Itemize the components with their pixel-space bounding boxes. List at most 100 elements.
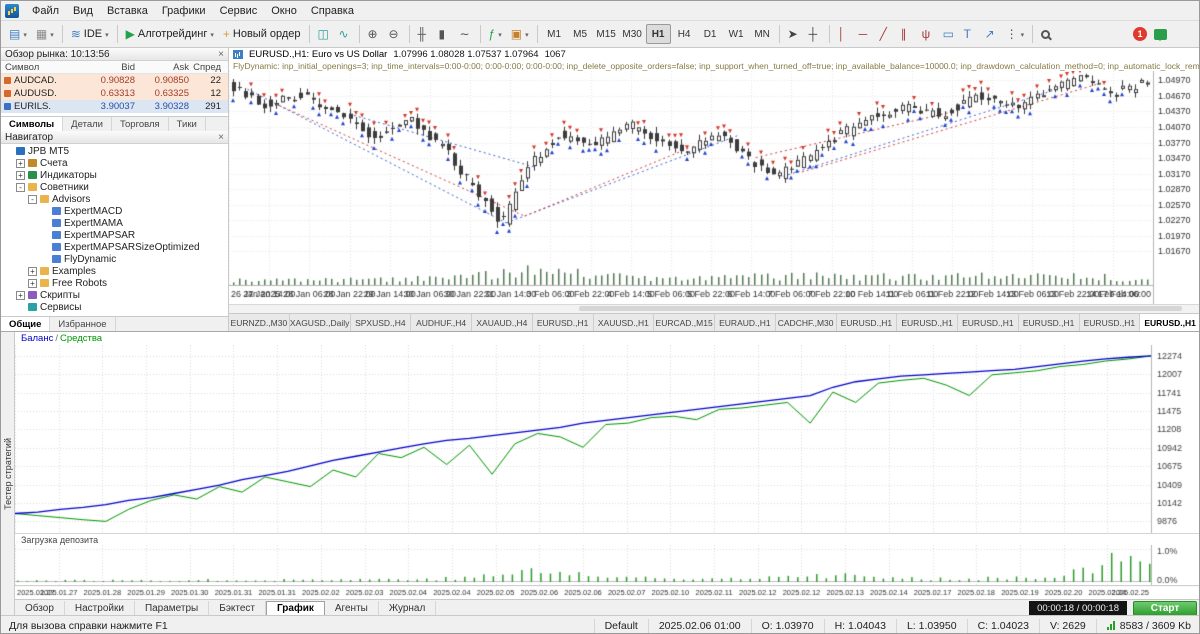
tick-chart-button[interactable]: ∿ bbox=[335, 23, 355, 45]
shapes-button[interactable]: ▭ bbox=[939, 23, 959, 45]
tree-item-ea[interactable]: ExpertMAPSAR bbox=[1, 229, 228, 241]
crosshair-button[interactable]: ┼ bbox=[805, 23, 825, 45]
timeframe-m15-button[interactable]: M15 bbox=[594, 24, 619, 44]
tree-item-ea[interactable]: FlyDynamic bbox=[1, 253, 228, 265]
price-chart-canvas[interactable] bbox=[229, 71, 1200, 304]
objects-button[interactable]: ▣ bbox=[507, 23, 533, 45]
market-watch-tab-0[interactable]: Символы bbox=[1, 117, 63, 131]
menu-item-2[interactable]: Вставка bbox=[100, 3, 155, 19]
menu-item-1[interactable]: Вид bbox=[66, 3, 100, 19]
chart-tab-8[interactable]: EURAUD.,H1 bbox=[715, 314, 776, 331]
tester-tab-3[interactable]: Бэктест bbox=[209, 601, 266, 616]
tree-item-indicators[interactable]: +Индикаторы bbox=[1, 169, 228, 181]
tree-item-scripts[interactable]: +Скрипты bbox=[1, 289, 228, 301]
chart-tab-11[interactable]: EURUSD.,H1 bbox=[897, 314, 958, 331]
timeframe-d1-button[interactable]: D1 bbox=[698, 24, 723, 44]
timeframe-w1-button[interactable]: W1 bbox=[724, 24, 749, 44]
objects-more-button[interactable]: ⋮ bbox=[1002, 23, 1029, 45]
expander-toggle[interactable]: + bbox=[16, 159, 25, 168]
timeframe-h4-button[interactable]: H4 bbox=[672, 24, 697, 44]
notifications-badge[interactable]: 1 bbox=[1133, 27, 1147, 41]
horizontal-line-button[interactable]: ─ bbox=[855, 23, 875, 45]
tree-item-accounts[interactable]: +Счета bbox=[1, 157, 228, 169]
chart-tab-1[interactable]: XAGUSD.,Daily bbox=[290, 314, 351, 331]
expander-toggle[interactable]: + bbox=[16, 171, 25, 180]
chart-scrollbar-thumb[interactable] bbox=[579, 306, 1182, 311]
menu-item-6[interactable]: Справка bbox=[304, 3, 361, 19]
tester-tab-4[interactable]: График bbox=[266, 601, 325, 616]
column-header-0[interactable]: Символ bbox=[1, 62, 85, 73]
start-button[interactable]: Старт bbox=[1133, 601, 1197, 616]
tree-item-ea[interactable]: ExpertMACD bbox=[1, 205, 228, 217]
timeframe-m30-button[interactable]: M30 bbox=[620, 24, 645, 44]
expander-toggle[interactable]: + bbox=[16, 291, 25, 300]
tree-item-folder[interactable]: +Examples bbox=[1, 265, 228, 277]
equidistant-channel-button[interactable]: ∥ bbox=[897, 23, 917, 45]
candle-chart-button[interactable]: ▮ bbox=[435, 23, 455, 45]
profiles-button[interactable]: ▦ bbox=[32, 23, 58, 45]
chart-tab-14[interactable]: EURUSD.,H1 bbox=[1080, 314, 1141, 331]
line-chart-button[interactable]: ∼ bbox=[456, 23, 476, 45]
community-button[interactable] bbox=[1154, 29, 1167, 40]
market-watch-tab-2[interactable]: Торговля bbox=[112, 117, 169, 131]
timeframe-mn-button[interactable]: MN bbox=[750, 24, 775, 44]
chart-tab-15[interactable]: EURUSD.,H1 bbox=[1140, 314, 1200, 331]
chart-tab-10[interactable]: EURUSD.,H1 bbox=[837, 314, 898, 331]
cursor-button[interactable]: ➤ bbox=[784, 23, 804, 45]
status-connection[interactable]: 8583 / 3609 Kb bbox=[1096, 619, 1200, 633]
timeframe-m1-button[interactable]: M1 bbox=[542, 24, 567, 44]
tester-tab-0[interactable]: Обзор bbox=[15, 601, 65, 616]
new-chart-button[interactable]: ▤ bbox=[5, 23, 31, 45]
tree-item-ea[interactable]: ExpertMAMA bbox=[1, 217, 228, 229]
tree-item-experts[interactable]: -Советники bbox=[1, 181, 228, 193]
market-watch-row[interactable]: AUDCAD.0.908280.9085022 bbox=[1, 74, 228, 87]
chart-tab-2[interactable]: SPXUSD.,H4 bbox=[351, 314, 412, 331]
new-order-button[interactable]: +Новый ордер bbox=[219, 23, 305, 45]
expander-toggle[interactable]: + bbox=[28, 279, 37, 288]
navigator-tab-0[interactable]: Общие bbox=[1, 317, 50, 331]
timeframe-m5-button[interactable]: M5 bbox=[568, 24, 593, 44]
tree-item-folder[interactable]: -Advisors bbox=[1, 193, 228, 205]
chart-tab-4[interactable]: XAUAUD.,H4 bbox=[472, 314, 533, 331]
chart-tab-13[interactable]: EURUSD.,H1 bbox=[1019, 314, 1080, 331]
menu-item-0[interactable]: Файл bbox=[25, 3, 66, 19]
chart-tab-0[interactable]: EURNZD.,M30 bbox=[229, 314, 290, 331]
zoom-in-button[interactable]: ⊕ bbox=[364, 23, 384, 45]
close-icon[interactable] bbox=[218, 132, 224, 143]
text-label-button[interactable]: T bbox=[960, 23, 980, 45]
navigator-tab-1[interactable]: Избранное bbox=[50, 317, 115, 331]
expander-toggle[interactable]: + bbox=[28, 267, 37, 276]
status-profile[interactable]: Default bbox=[594, 619, 648, 633]
tree-item-terminal[interactable]: JPB MT5 bbox=[1, 145, 228, 157]
tree-item-services[interactable]: Сервисы bbox=[1, 301, 228, 313]
tester-tab-5[interactable]: Агенты bbox=[325, 601, 379, 616]
menu-item-3[interactable]: Графики bbox=[155, 3, 213, 19]
close-icon[interactable] bbox=[218, 49, 224, 60]
expander-toggle[interactable]: - bbox=[16, 183, 25, 192]
arrow-object-button[interactable]: ↗ bbox=[981, 23, 1001, 45]
menu-item-4[interactable]: Сервис bbox=[213, 3, 265, 19]
menu-item-5[interactable]: Окно bbox=[264, 3, 304, 19]
chart-tab-12[interactable]: EURUSD.,H1 bbox=[958, 314, 1019, 331]
chart-tab-3[interactable]: AUDHUF.,H4 bbox=[411, 314, 472, 331]
vertical-line-button[interactable]: │ bbox=[834, 23, 854, 45]
tree-item-folder[interactable]: +Free Robots bbox=[1, 277, 228, 289]
market-watch-tab-1[interactable]: Детали bbox=[63, 117, 112, 131]
timeframe-h1-button[interactable]: H1 bbox=[646, 24, 671, 44]
column-header-3[interactable]: Спред bbox=[193, 62, 225, 73]
ide-button[interactable]: ≋IDE bbox=[67, 23, 113, 45]
algo-trading-toggle[interactable]: ▶Алготрейдинг bbox=[122, 23, 218, 45]
tester-tab-2[interactable]: Параметры bbox=[135, 601, 209, 616]
trendline-button[interactable]: ╱ bbox=[876, 23, 896, 45]
tester-tab-1[interactable]: Настройки bbox=[65, 601, 135, 616]
market-depth-button[interactable]: ◫ bbox=[314, 23, 334, 45]
zoom-out-button[interactable]: ⊖ bbox=[385, 23, 405, 45]
market-watch-row[interactable]: AUDUSD.0.633130.6332512 bbox=[1, 87, 228, 100]
expander-toggle[interactable]: - bbox=[28, 195, 37, 204]
chart-tab-6[interactable]: XAUUSD.,H1 bbox=[594, 314, 655, 331]
equity-chart-canvas[interactable] bbox=[15, 345, 1200, 533]
market-watch-row[interactable]: EURILS.3.900373.90328291 bbox=[1, 100, 228, 113]
tree-item-ea[interactable]: ExpertMAPSARSizeOptimized bbox=[1, 241, 228, 253]
chart-tab-7[interactable]: EURCAD.,M15 bbox=[654, 314, 715, 331]
indicators-button[interactable]: ƒ bbox=[485, 23, 506, 45]
